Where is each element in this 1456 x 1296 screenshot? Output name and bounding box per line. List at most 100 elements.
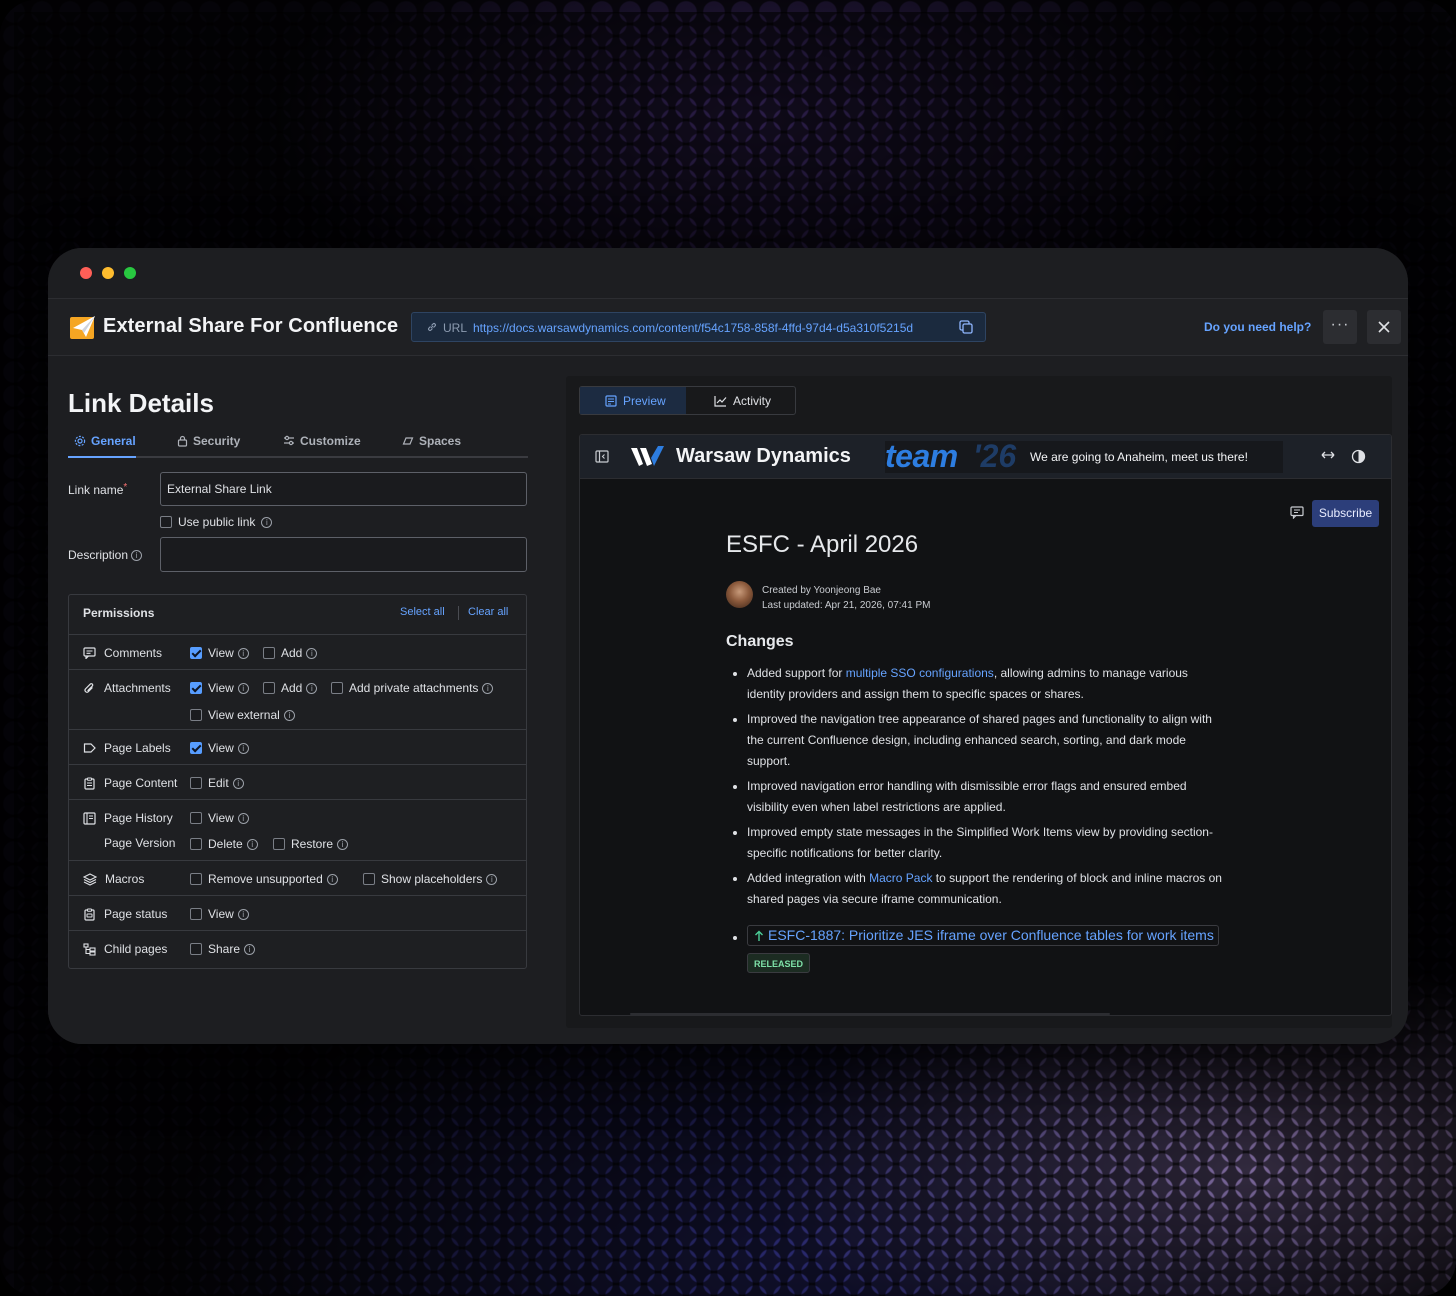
item-link[interactable]: multiple SSO configurations xyxy=(846,666,994,680)
app-title: External Share For Confluence xyxy=(103,315,399,337)
page-version-delete-option[interactable]: Delete i xyxy=(190,837,258,851)
tab-security-label: Security xyxy=(193,434,241,448)
info-icon[interactable]: i xyxy=(237,908,249,920)
changes-heading: Changes xyxy=(726,633,794,650)
page-status-view-checkbox[interactable] xyxy=(190,908,202,920)
comments-view-option[interactable]: View i xyxy=(190,646,249,660)
comment-icon[interactable] xyxy=(1290,506,1304,519)
subscribe-button[interactable]: Subscribe xyxy=(1312,500,1379,527)
page-status-view-option[interactable]: View i xyxy=(190,907,249,921)
minimize-window-button[interactable] xyxy=(102,267,114,279)
jira-issue-link[interactable]: ESFC-1887: Prioritize JES iframe over Co… xyxy=(747,925,1219,946)
child-pages-share-checkbox[interactable] xyxy=(190,943,202,955)
page-version-restore-checkbox[interactable] xyxy=(273,838,285,850)
page-history-view-checkbox[interactable] xyxy=(190,812,202,824)
page-content-edit-option[interactable]: Edit i xyxy=(190,776,244,790)
link-name-input[interactable]: External Share Link xyxy=(160,472,527,506)
page-labels-view-option[interactable]: View i xyxy=(190,741,249,755)
attachments-view-external-checkbox[interactable] xyxy=(190,709,202,721)
option-label: View xyxy=(208,741,234,755)
close-dialog-button[interactable] xyxy=(1367,310,1401,344)
page-content-edit-checkbox[interactable] xyxy=(190,777,202,789)
attachments-add-option[interactable]: Add i xyxy=(263,681,318,695)
more-options-button[interactable]: ··· xyxy=(1323,310,1357,344)
page-history-view-option[interactable]: View i xyxy=(190,811,249,825)
attachments-add-checkbox[interactable] xyxy=(263,682,275,694)
list-item: Added integration with Macro Pack to sup… xyxy=(733,868,1223,910)
tab-activity[interactable]: Activity xyxy=(686,387,795,414)
app-header: External Share For Confluence URL https:… xyxy=(48,298,1408,356)
copy-icon[interactable] xyxy=(959,320,973,334)
info-icon[interactable]: i xyxy=(246,838,258,850)
child-pages-share-option[interactable]: Share i xyxy=(190,942,256,956)
info-icon[interactable]: i xyxy=(237,812,249,824)
info-icon[interactable]: i xyxy=(261,516,273,528)
info-icon[interactable]: i xyxy=(326,873,338,885)
info-icon[interactable]: i xyxy=(306,682,318,694)
close-window-button[interactable] xyxy=(80,267,92,279)
tab-spaces[interactable]: Spaces xyxy=(402,434,461,458)
required-marker: * xyxy=(123,482,128,493)
help-link[interactable]: Do you need help? xyxy=(1204,320,1311,334)
description-label: Description i xyxy=(68,548,143,562)
sidebar-toggle-icon[interactable] xyxy=(595,450,609,463)
url-value[interactable]: https://docs.warsawdynamics.com/content/… xyxy=(473,321,913,335)
description-textarea[interactable] xyxy=(160,537,527,572)
select-all-link[interactable]: Select all xyxy=(400,606,445,618)
info-icon[interactable]: i xyxy=(237,647,249,659)
info-icon[interactable]: i xyxy=(244,943,256,955)
item-text: Improved the navigation tree appearance … xyxy=(747,712,1212,768)
permission-row-page-content: Page Content Edit i xyxy=(69,765,526,800)
permission-row-page-status: Page status View i xyxy=(69,896,526,931)
banner-word: team xyxy=(885,438,958,474)
tab-customize[interactable]: Customize xyxy=(283,434,361,458)
avatar xyxy=(726,581,753,608)
page-labels-view-checkbox[interactable] xyxy=(190,742,202,754)
attachments-view-external-option[interactable]: View external i xyxy=(190,708,295,722)
macros-remove-unsupported-checkbox[interactable] xyxy=(190,873,202,885)
tab-general[interactable]: General xyxy=(74,434,136,458)
tab-preview[interactable]: Preview xyxy=(580,387,686,414)
page-version-delete-checkbox[interactable] xyxy=(190,838,202,850)
tab-spaces-label: Spaces xyxy=(419,434,462,448)
tab-security[interactable]: Security xyxy=(177,434,240,458)
info-icon[interactable]: i xyxy=(482,682,494,694)
team26-banner[interactable]: team '26 We are going to Anaheim, meet u… xyxy=(885,438,1283,474)
comments-add-checkbox[interactable] xyxy=(263,647,275,659)
info-icon[interactable]: i xyxy=(306,647,318,659)
permission-row-macros: Macros Remove unsupported i Show placehol… xyxy=(69,861,526,896)
info-icon[interactable]: i xyxy=(237,682,249,694)
sliders-icon xyxy=(284,435,294,446)
history-icon xyxy=(83,811,96,825)
scrollbar[interactable] xyxy=(630,1013,1110,1015)
link-name-label: Link name* xyxy=(68,482,128,497)
info-icon[interactable]: i xyxy=(337,838,349,850)
paper-plane-logo-icon xyxy=(70,316,95,339)
use-public-link-option[interactable]: Use public link i xyxy=(160,515,273,529)
macros-show-placeholders-option[interactable]: Show placeholders i xyxy=(363,872,498,886)
attachments-view-option[interactable]: View i xyxy=(190,681,249,695)
info-icon[interactable]: i xyxy=(486,873,498,885)
theme-toggle-icon[interactable] xyxy=(1351,449,1366,464)
attachments-add-private-checkbox[interactable] xyxy=(331,682,343,694)
page-version-restore-option[interactable]: Restore i xyxy=(273,837,349,851)
expand-width-icon[interactable] xyxy=(1320,449,1336,461)
comments-add-option[interactable]: Add i xyxy=(263,646,318,660)
maximize-window-button[interactable] xyxy=(124,267,136,279)
item-link[interactable]: Macro Pack xyxy=(869,871,932,885)
attachments-add-private-option[interactable]: Add private attachments i xyxy=(331,681,494,695)
info-icon[interactable]: i xyxy=(232,777,244,789)
permission-label: Child pages xyxy=(104,942,168,956)
comments-view-checkbox[interactable] xyxy=(190,647,202,659)
last-updated: Last updated: Apr 21, 2026, 07:41 PM xyxy=(762,600,931,611)
macros-show-placeholders-checkbox[interactable] xyxy=(363,873,375,885)
use-public-link-checkbox[interactable] xyxy=(160,516,172,528)
info-icon[interactable]: i xyxy=(131,550,143,562)
macros-remove-unsupported-option[interactable]: Remove unsupported i xyxy=(190,872,338,886)
info-icon[interactable]: i xyxy=(283,709,295,721)
site-header: Warsaw Dynamics team '26 We are going to… xyxy=(580,435,1391,479)
attachments-view-checkbox[interactable] xyxy=(190,682,202,694)
clear-all-link[interactable]: Clear all xyxy=(468,606,508,618)
share-url-field[interactable]: URL https://docs.warsawdynamics.com/cont… xyxy=(411,312,986,342)
info-icon[interactable]: i xyxy=(237,742,249,754)
